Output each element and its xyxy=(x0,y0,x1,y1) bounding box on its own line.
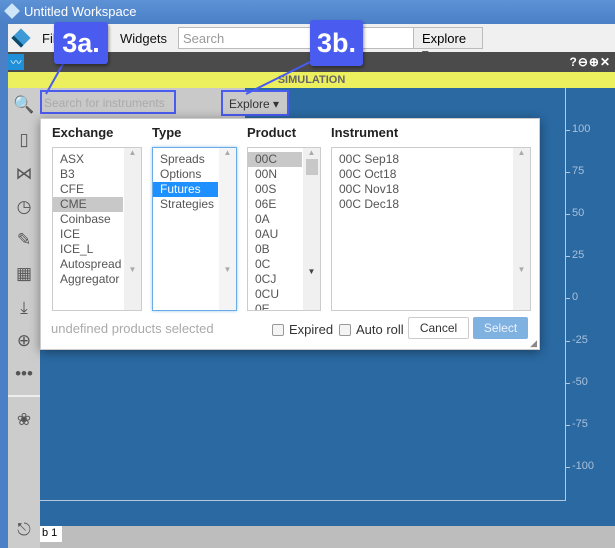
callout-lines xyxy=(45,61,311,95)
callout-line-b xyxy=(245,61,311,95)
callout-line-a xyxy=(45,61,65,95)
callout-3b: 3b. xyxy=(310,20,363,66)
callout-3a: 3a. xyxy=(54,22,108,64)
